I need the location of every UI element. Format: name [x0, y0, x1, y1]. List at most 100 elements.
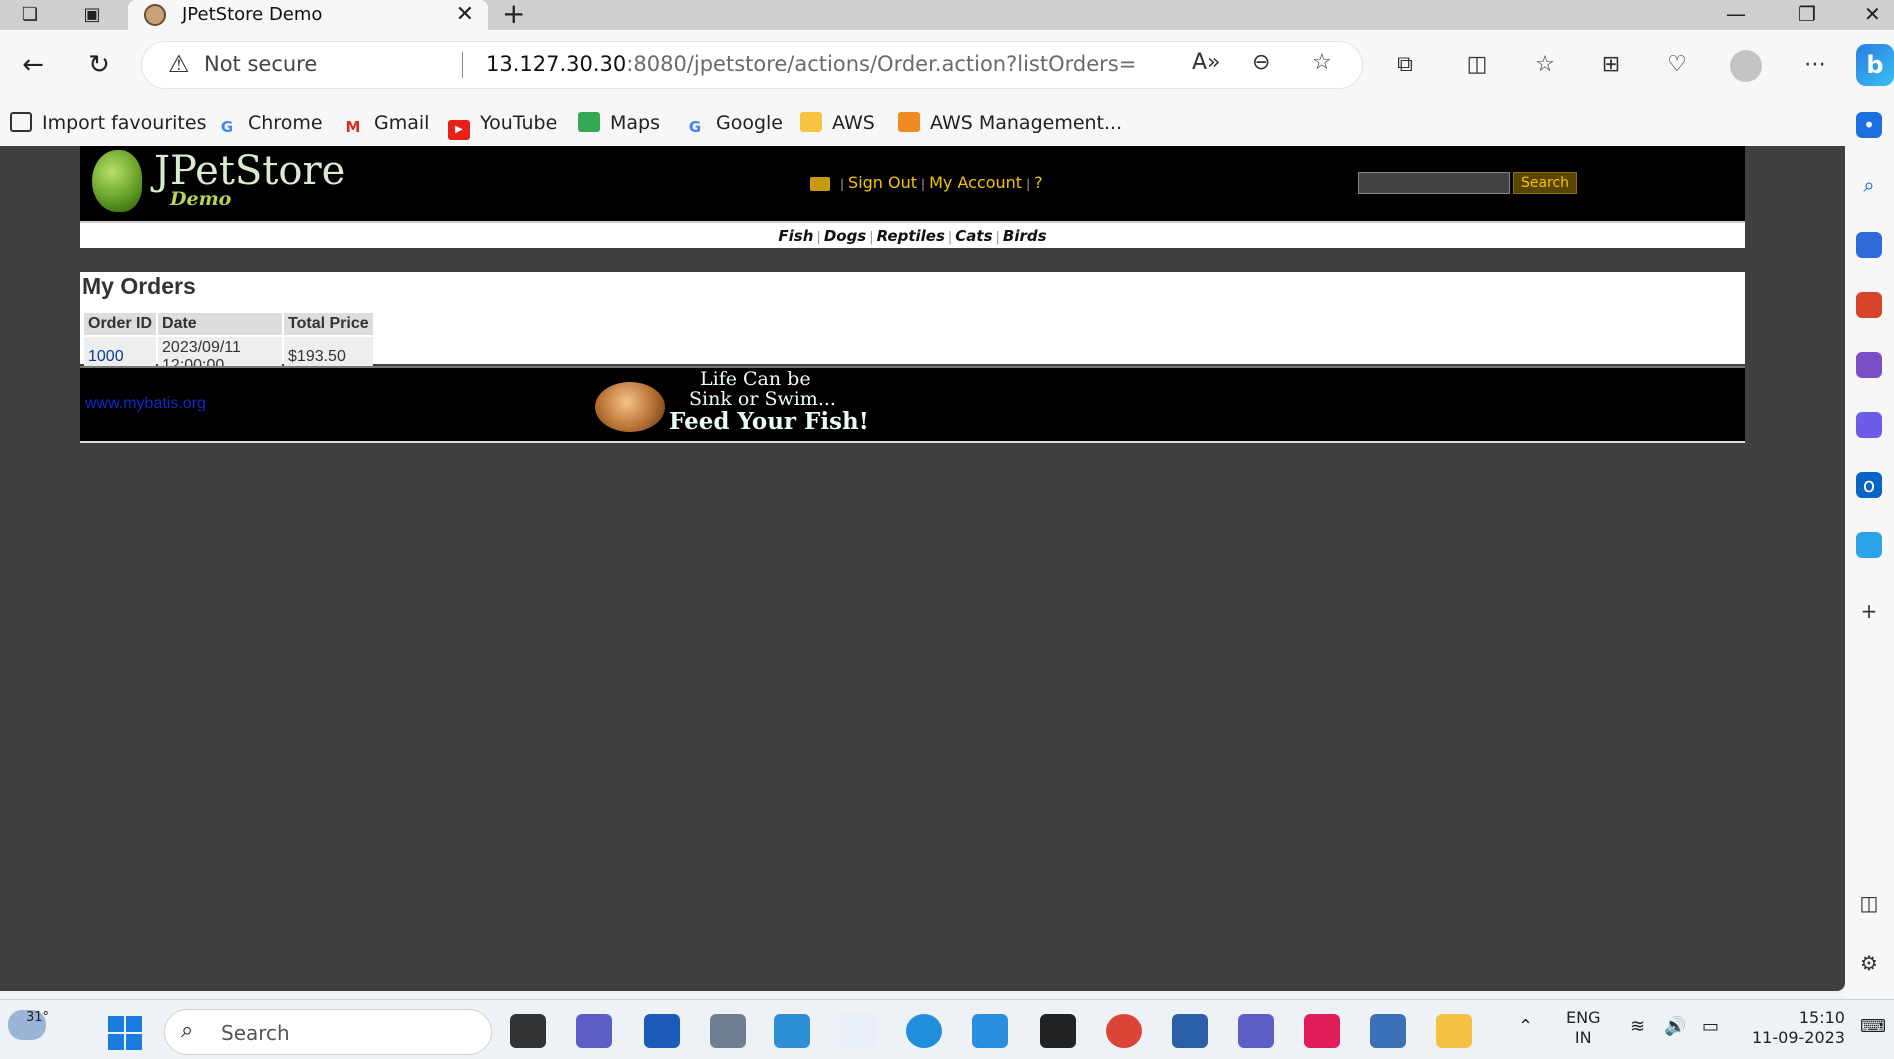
- games-icon[interactable]: [1856, 352, 1882, 378]
- bookmark-maps[interactable]: Maps: [578, 112, 660, 134]
- tab-jpetstore[interactable]: JPetStore Demo ✕: [128, 0, 488, 30]
- temperature[interactable]: 31°: [26, 1010, 49, 1025]
- slack-icon[interactable]: [1304, 1014, 1340, 1048]
- add-sidebar-app-icon[interactable]: +: [1856, 598, 1882, 624]
- browser-essentials-icon[interactable]: ♡: [1662, 52, 1692, 77]
- chrome-icon[interactable]: [1106, 1014, 1142, 1048]
- url-host: 13.127.30.30: [486, 52, 627, 76]
- show-hidden-icons-icon[interactable]: ⌃: [1518, 1016, 1533, 1037]
- column-header-total-price: Total Price: [284, 313, 373, 335]
- settings-gear-icon[interactable]: ⚙: [1856, 950, 1882, 976]
- restore-icon[interactable]: ❐: [1798, 2, 1816, 26]
- more-menu-icon[interactable]: ⋯: [1800, 52, 1830, 77]
- feed-your-fish-banner[interactable]: Life Can be Sink or Swim... Feed Your Fi…: [595, 368, 875, 440]
- teams-icon[interactable]: [1238, 1014, 1274, 1048]
- youtube-icon: ▶: [448, 120, 470, 140]
- extensions-icon[interactable]: ⧉: [1390, 52, 1420, 77]
- sign-out-link[interactable]: Sign Out: [848, 173, 917, 192]
- volume-icon[interactable]: 🔊: [1664, 1016, 1686, 1037]
- notification-center-icon[interactable]: ⌨: [1860, 1016, 1886, 1037]
- microsoft-store-icon[interactable]: [644, 1014, 680, 1048]
- taskbar-search[interactable]: ⌕ Search: [164, 1009, 492, 1055]
- quicklink-cats[interactable]: Cats: [955, 227, 992, 245]
- task-view-icon[interactable]: [510, 1014, 546, 1048]
- app-icon[interactable]: [840, 1014, 876, 1048]
- wifi-icon[interactable]: ≋: [1630, 1016, 1645, 1037]
- date: 11-09-2023: [1752, 1028, 1845, 1047]
- start-windows-icon[interactable]: [108, 1016, 142, 1050]
- control-panel-icon[interactable]: [774, 1014, 810, 1048]
- bookmark-chrome[interactable]: G Chrome: [216, 112, 323, 137]
- store-header: JPetStore Demo | Sign Out | My Account |? Se…: [80, 146, 1745, 221]
- battery-icon[interactable]: ▭: [1702, 1016, 1719, 1037]
- language-code: ENG: [1566, 1008, 1601, 1027]
- bookmark-gmail[interactable]: M Gmail: [342, 112, 430, 137]
- quicklink-fish[interactable]: Fish: [778, 227, 813, 245]
- terminal-icon[interactable]: [1040, 1014, 1076, 1048]
- new-tab-icon[interactable]: +: [502, 0, 525, 28]
- copilot-icon[interactable]: b: [1856, 44, 1894, 86]
- parrot-logo-icon[interactable]: [92, 150, 142, 212]
- shopping-tag-icon[interactable]: [1856, 232, 1882, 258]
- notifications-icon[interactable]: •: [1856, 112, 1882, 138]
- read-aloud-icon[interactable]: A»: [1192, 50, 1221, 75]
- banner-line-1: Life Can be: [700, 368, 811, 390]
- bookmark-label: AWS: [832, 112, 875, 134]
- tools-icon[interactable]: [1856, 292, 1882, 318]
- mybatis-link[interactable]: www.mybatis.org: [85, 395, 206, 413]
- refresh-icon[interactable]: ↻: [82, 50, 116, 80]
- profile-avatar[interactable]: [1730, 50, 1762, 82]
- quicklink-reptiles[interactable]: Reptiles: [877, 227, 945, 245]
- calculator-icon[interactable]: [710, 1014, 746, 1048]
- bookmark-label: Chrome: [248, 112, 323, 134]
- search-button[interactable]: Search: [1513, 172, 1577, 194]
- edge-icon[interactable]: [906, 1014, 942, 1048]
- minimize-icon[interactable]: —: [1726, 2, 1746, 26]
- microsoft-365-icon[interactable]: [1856, 412, 1882, 438]
- close-window-icon[interactable]: ✕: [1864, 2, 1881, 26]
- warning-icon[interactable]: ⚠: [168, 50, 190, 78]
- drop-icon[interactable]: [1856, 532, 1882, 558]
- hide-sidebar-icon[interactable]: ◫: [1856, 890, 1882, 916]
- workspaces-icon[interactable]: ❏: [18, 4, 42, 26]
- vscode-icon[interactable]: [972, 1014, 1008, 1048]
- bookmark-aws-management[interactable]: AWS Management...: [898, 112, 1122, 134]
- tab-actions-icon[interactable]: ▣: [80, 4, 104, 26]
- order-id-link[interactable]: 1000: [88, 348, 124, 365]
- menu-separator: |: [840, 177, 845, 191]
- url-text[interactable]: 13.127.30.30:8080/jpetstore/actions/Orde…: [486, 52, 1136, 76]
- favorite-star-icon[interactable]: ☆: [1312, 50, 1332, 75]
- language-indicator[interactable]: ENG IN: [1566, 1008, 1600, 1048]
- file-explorer-icon[interactable]: [1436, 1014, 1472, 1048]
- teams-chat-icon[interactable]: [576, 1014, 612, 1048]
- back-icon[interactable]: ←: [16, 50, 50, 80]
- bookmark-aws-folder[interactable]: AWS: [800, 112, 875, 134]
- zoom-out-icon[interactable]: ⊖: [1252, 50, 1270, 75]
- maps-icon: [578, 112, 600, 132]
- windows-taskbar: 31° ⌕ Search ⌃ ENG IN ≋ 🔊 ▭ 15:10 11-09-…: [0, 999, 1894, 1059]
- quicklink-dogs[interactable]: Dogs: [824, 227, 866, 245]
- collections-icon[interactable]: ⊞: [1596, 52, 1626, 77]
- security-label[interactable]: Not secure: [204, 52, 317, 76]
- split-screen-icon[interactable]: ◫: [1462, 52, 1492, 77]
- favorites-icon[interactable]: ☆: [1530, 52, 1560, 77]
- logo-subtitle: Demo: [170, 188, 232, 210]
- start-tile: [108, 1034, 124, 1050]
- clock[interactable]: 15:10 11-09-2023: [1752, 1008, 1845, 1048]
- quicklink-birds[interactable]: Birds: [1003, 227, 1047, 245]
- menu-separator: |: [1026, 177, 1031, 191]
- help-link[interactable]: ?: [1034, 173, 1043, 192]
- remote-desktop-icon[interactable]: [1172, 1014, 1208, 1048]
- search-icon[interactable]: ⌕: [1856, 172, 1882, 198]
- close-tab-icon[interactable]: ✕: [456, 2, 474, 27]
- search-input[interactable]: [1358, 172, 1510, 194]
- outlook-icon[interactable]: o: [1856, 472, 1882, 498]
- address-bar[interactable]: ⚠ Not secure 13.127.30.30:8080/jpetstore…: [142, 42, 1362, 88]
- network-app-icon[interactable]: [1370, 1014, 1406, 1048]
- bookmark-import-favourites[interactable]: Import favourites: [10, 112, 206, 134]
- my-account-link[interactable]: My Account: [929, 173, 1022, 192]
- bookmark-google[interactable]: G Google: [684, 112, 783, 137]
- bookmark-youtube[interactable]: ▶ YouTube: [448, 112, 557, 140]
- url-path: :8080/jpetstore/actions/Order.action?lis…: [626, 52, 1137, 76]
- cart-icon[interactable]: [810, 177, 830, 191]
